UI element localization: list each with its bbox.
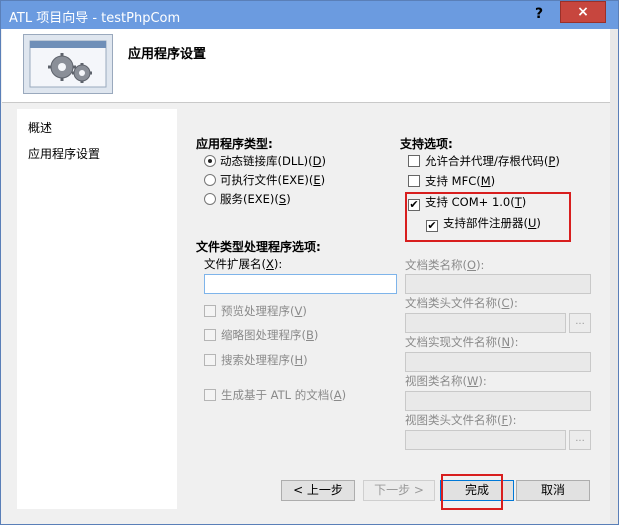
highlight-support-options	[405, 192, 571, 242]
cancel-button[interactable]: 取消	[516, 480, 590, 501]
doc-header-name-label: 文档类头文件名称(C):	[405, 296, 518, 310]
checkbox-icon	[408, 175, 420, 187]
checkbox-merge-proxy[interactable]: 允许合并代理/存根代码(P)	[408, 153, 560, 169]
wizard-header: 应用程序设置	[2, 29, 611, 103]
next-button[interactable]: 下一步 >	[363, 480, 435, 501]
prev-button[interactable]: < 上一步	[281, 480, 355, 501]
doc-impl-name-input[interactable]	[405, 352, 591, 372]
view-header-name-input[interactable]	[405, 430, 566, 450]
radio-icon	[204, 193, 216, 205]
doc-class-name-label: 文档类名称(O):	[405, 258, 485, 272]
view-class-name-label: 视图类名称(W):	[405, 374, 487, 388]
file-handler-title: 文件类型处理程序选项:	[196, 240, 321, 254]
radio-dll[interactable]: 动态链接库(DLL)(D)	[204, 153, 326, 169]
checkbox-icon	[204, 354, 216, 366]
view-class-name-input[interactable]	[405, 391, 591, 411]
view-header-browse-button[interactable]: ...	[569, 430, 591, 450]
radio-icon	[204, 174, 216, 186]
doc-class-name-input[interactable]	[405, 274, 591, 294]
close-button[interactable]: ×	[560, 1, 606, 23]
checkbox-search-handler[interactable]: 搜索处理程序(H)	[204, 352, 308, 368]
atl-wizard-dialog: ATL 项目向导 - testPhpCom ? × 应用程序设置 概述 应用程序…	[0, 0, 619, 525]
doc-header-browse-button[interactable]: ...	[569, 313, 591, 333]
window-title: ATL 项目向导 - testPhpCom	[9, 11, 181, 26]
view-header-name-label: 视图类头文件名称(F):	[405, 413, 517, 427]
settings-panel: 应用程序类型: 动态链接库(DLL)(D) 可执行文件(EXE)(E) 服务(E…	[184, 109, 609, 510]
nav-item-overview[interactable]: 概述	[28, 119, 52, 136]
page-title: 应用程序设置	[128, 47, 207, 62]
file-extension-label: 文件扩展名(X):	[204, 257, 283, 271]
gears-logo-icon	[23, 34, 113, 94]
checkbox-icon	[408, 155, 420, 167]
doc-header-name-input[interactable]	[405, 313, 566, 333]
checkbox-mfc[interactable]: 支持 MFC(M)	[408, 173, 495, 189]
checkbox-preview-handler[interactable]: 预览处理程序(V)	[204, 303, 307, 319]
radio-exe[interactable]: 可执行文件(EXE)(E)	[204, 172, 325, 188]
wizard-nav: 概述 应用程序设置	[17, 109, 177, 509]
checkbox-icon	[204, 389, 216, 401]
support-options-title: 支持选项:	[400, 137, 453, 151]
right-edge-strip	[610, 29, 618, 524]
doc-impl-name-label: 文档实现文件名称(N):	[405, 335, 519, 349]
checkbox-atl-document[interactable]: 生成基于 ATL 的文档(A)	[204, 387, 346, 403]
highlight-finish-button	[441, 474, 503, 510]
radio-selected-icon	[204, 155, 216, 167]
radio-service[interactable]: 服务(EXE)(S)	[204, 191, 291, 207]
file-extension-input[interactable]	[204, 274, 397, 294]
checkbox-icon	[204, 305, 216, 317]
title-bar: ATL 项目向导 - testPhpCom ? ×	[1, 1, 618, 29]
help-button[interactable]: ?	[524, 1, 554, 27]
checkbox-thumbnail-handler[interactable]: 缩略图处理程序(B)	[204, 327, 318, 343]
checkbox-icon	[204, 329, 216, 341]
app-type-title: 应用程序类型:	[196, 137, 273, 151]
nav-item-app-settings[interactable]: 应用程序设置	[28, 145, 100, 162]
